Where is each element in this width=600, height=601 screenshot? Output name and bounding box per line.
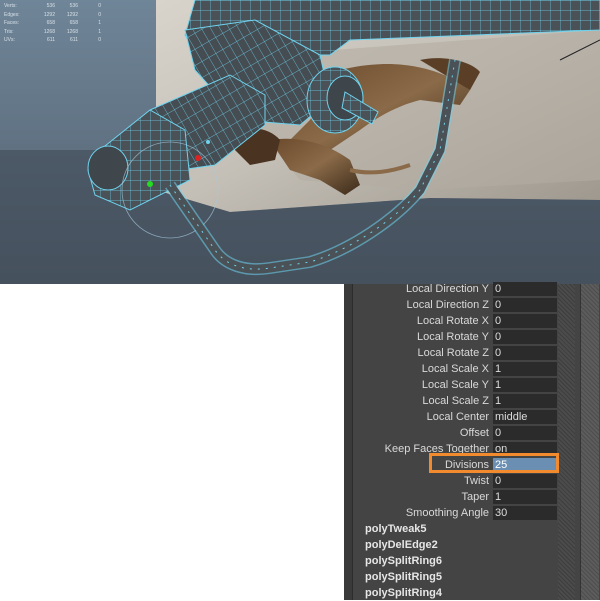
attr-value-field[interactable]: 1: [493, 378, 557, 392]
attr-value-field[interactable]: 1: [493, 362, 557, 376]
attr-label: Smoothing Angle: [405, 507, 489, 519]
attr-value-field[interactable]: middle: [493, 410, 557, 424]
attr-label: Offset: [459, 427, 489, 439]
attr-row-local-direction-z[interactable]: Local Direction Z 0: [352, 297, 557, 313]
attr-value-field[interactable]: 0: [493, 330, 557, 344]
attr-value-field[interactable]: 1: [493, 490, 557, 504]
attr-label: Local Scale Z: [422, 395, 489, 407]
attr-label: Local Direction Z: [406, 299, 489, 311]
attr-label: Local Rotate Z: [417, 347, 489, 359]
attr-row-local-scale-x[interactable]: Local Scale X 1: [352, 361, 557, 377]
attr-value-field[interactable]: 0: [493, 346, 557, 360]
history-node-polysplitring5[interactable]: polySplitRing5: [365, 569, 442, 585]
attr-row-taper[interactable]: Taper 1: [352, 489, 557, 505]
channel-box-scrollbar[interactable]: [558, 284, 575, 600]
attr-label: Local Rotate Y: [417, 331, 489, 343]
hud-row: Verts: 536 536 0: [4, 3, 101, 9]
3d-viewport[interactable]: Verts: 536 536 0 Edges: 1292 1292 0 Face…: [0, 0, 600, 284]
attr-value-field[interactable]: 1: [493, 394, 557, 408]
hud-row: UVs: 611 611 0: [4, 37, 101, 44]
attr-value-field[interactable]: 30: [493, 506, 557, 520]
attr-row-local-center[interactable]: Local Center middle: [352, 409, 557, 425]
attr-row-twist[interactable]: Twist 0: [352, 473, 557, 489]
attr-label: Taper: [461, 491, 489, 503]
attr-row-offset[interactable]: Offset 0: [352, 425, 557, 441]
divisions-highlight-annotation: [429, 453, 559, 473]
attr-label: Local Rotate X: [416, 315, 489, 327]
history-node-polytweak5[interactable]: polyTweak5: [365, 521, 427, 537]
attr-value-field[interactable]: 0: [493, 298, 557, 312]
attr-label: Local Center: [426, 411, 489, 423]
attr-label: Local Scale Y: [421, 379, 489, 391]
attr-row-local-scale-z[interactable]: Local Scale Z 1: [352, 393, 557, 409]
attr-row-local-rotate-z[interactable]: Local Rotate Z 0: [352, 345, 557, 361]
attr-value-field[interactable]: 0: [493, 474, 557, 488]
attr-label: Local Scale X: [421, 363, 489, 375]
attr-row-local-direction-y[interactable]: Local Direction Y 0: [352, 281, 557, 297]
hud-row: Edges: 1292 1292 0: [4, 11, 101, 18]
hud-row: Faces: 658 658 1: [4, 20, 101, 27]
attr-row-local-rotate-x[interactable]: Local Rotate X 0: [352, 313, 557, 329]
attr-label: Local Direction Y: [406, 283, 489, 295]
attr-row-local-rotate-y[interactable]: Local Rotate Y 0: [352, 329, 557, 345]
history-node-polysplitring6[interactable]: polySplitRing6: [365, 553, 442, 569]
attr-value-field[interactable]: 0: [493, 282, 557, 296]
attr-row-smoothing-angle[interactable]: Smoothing Angle 30: [352, 505, 557, 521]
history-node-polydeledge2[interactable]: polyDelEdge2: [365, 537, 438, 553]
poly-count-hud: Verts: 536 536 0 Edges: 1292 1292 0 Face…: [4, 2, 101, 45]
attr-label: Twist: [463, 475, 489, 487]
panel-scrollbar[interactable]: [580, 284, 599, 600]
hud-row: Tris: 1268 1268 1: [4, 28, 101, 35]
attr-value-field[interactable]: 0: [493, 314, 557, 328]
attr-row-local-scale-y[interactable]: Local Scale Y 1: [352, 377, 557, 393]
attr-value-field[interactable]: 0: [493, 426, 557, 440]
history-node-polysplitring4[interactable]: polySplitRing4: [365, 585, 442, 601]
